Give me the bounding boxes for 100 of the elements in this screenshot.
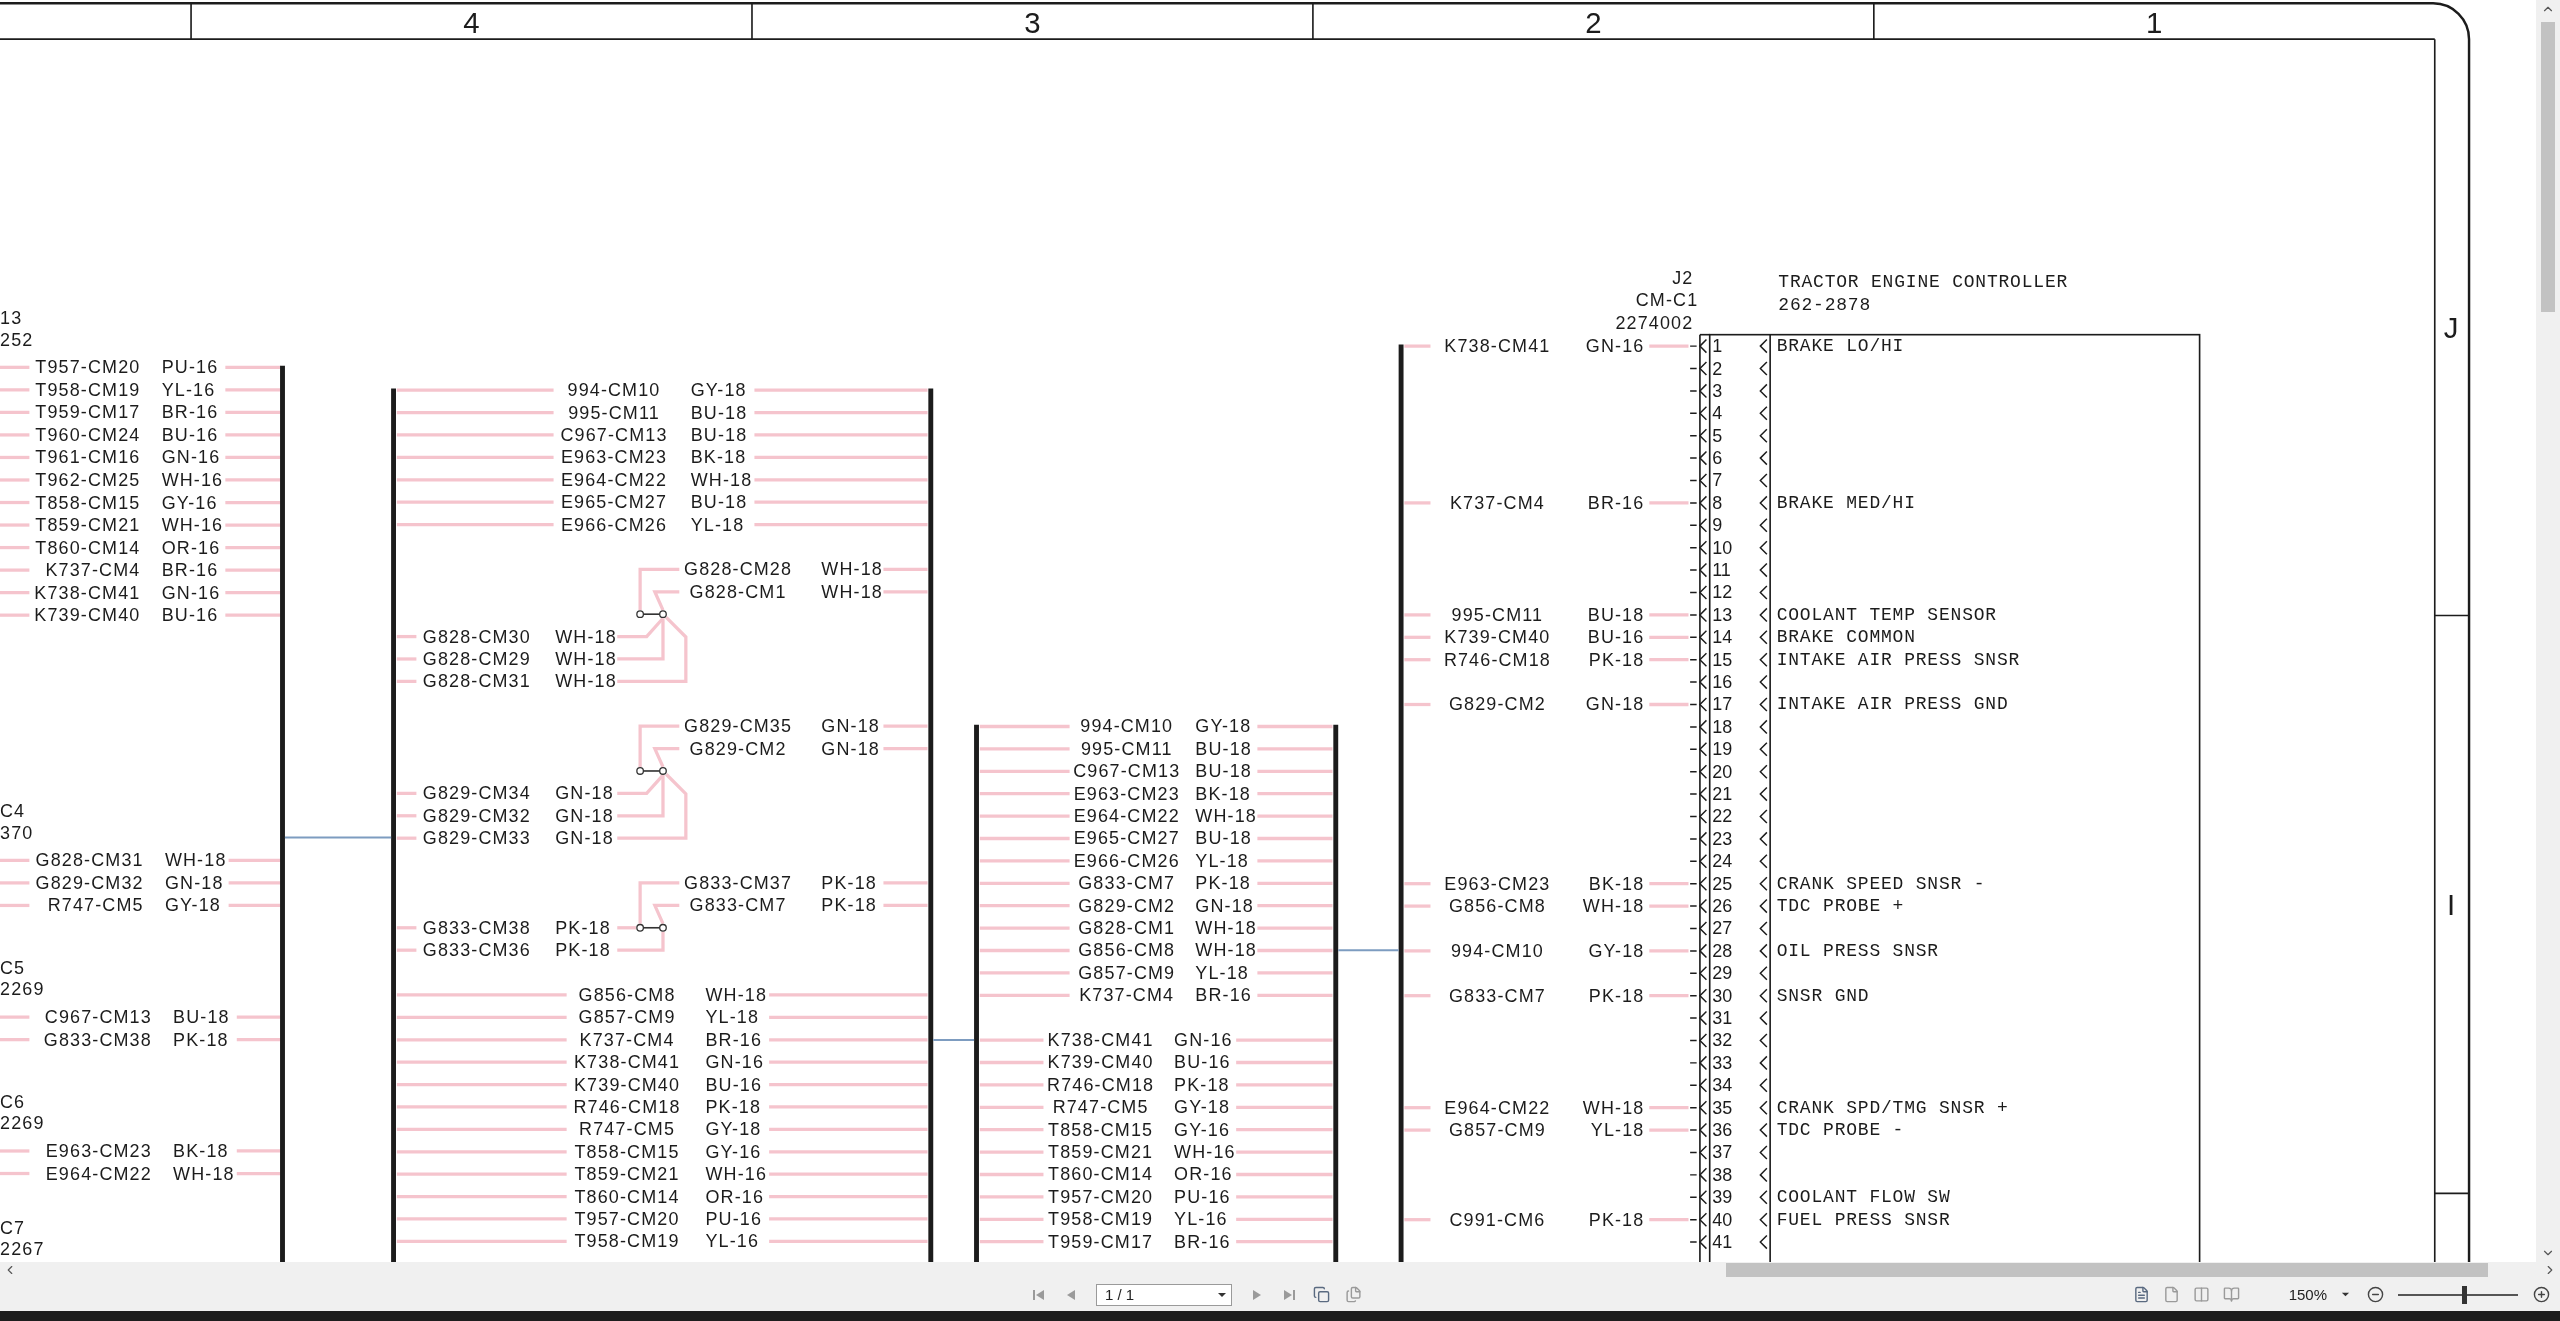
pin-number: 25 bbox=[1712, 873, 1733, 894]
circuit-label: G828-CM30 bbox=[422, 626, 531, 647]
circuit-label: T962-CM25 bbox=[35, 470, 141, 490]
wire-line bbox=[0, 500, 30, 505]
circuit-label: T860-CM14 bbox=[1048, 1164, 1154, 1185]
scrollbar-thumb[interactable] bbox=[1726, 1263, 2488, 1277]
wire-line bbox=[225, 568, 281, 572]
wire-line bbox=[0, 1015, 30, 1019]
socket-icon bbox=[1759, 697, 1768, 712]
socket-icon bbox=[1759, 988, 1768, 1003]
pin-function: BRAKE LO/HI bbox=[1776, 336, 1905, 357]
wire-line bbox=[0, 388, 30, 392]
circuit-label: C967-CM13 bbox=[560, 425, 668, 445]
circuit-label: G856-CM8 bbox=[1078, 940, 1176, 961]
wire-line bbox=[979, 1217, 1044, 1221]
gauge-label: YL-16 bbox=[161, 379, 216, 400]
gauge-label: BR-16 bbox=[1587, 492, 1645, 513]
splice-icon bbox=[636, 923, 667, 932]
zone-number: 1 bbox=[2146, 6, 2163, 40]
circuit-label: T859-CM21 bbox=[1048, 1142, 1154, 1163]
gauge-label: BU-16 bbox=[161, 605, 219, 626]
wire-line bbox=[1404, 1218, 1431, 1222]
splice-icon bbox=[636, 767, 667, 775]
circuit-label: E964-CM22 bbox=[560, 469, 668, 490]
socket-icon bbox=[1759, 338, 1768, 354]
gauge-label: WH-18 bbox=[555, 671, 617, 692]
pin-number: 1 bbox=[1712, 336, 1723, 357]
pin-number: 10 bbox=[1712, 537, 1733, 558]
wire-line bbox=[236, 1149, 281, 1153]
wire-line bbox=[1404, 1128, 1431, 1132]
circuit-label: R746-CM18 bbox=[1443, 649, 1551, 670]
caret-icon[interactable] bbox=[2341, 1290, 2350, 1299]
wire-line bbox=[0, 881, 30, 885]
socket-icon bbox=[1759, 361, 1768, 376]
gauge-label: WH-16 bbox=[705, 1164, 768, 1185]
wire-line bbox=[0, 365, 30, 369]
page-number-field[interactable]: 1 / 1 bbox=[1096, 1283, 1232, 1306]
pin-number: 6 bbox=[1712, 448, 1723, 469]
zone-number: 2 bbox=[1585, 6, 1602, 40]
zone-letter: I bbox=[2447, 887, 2456, 921]
gauge-label: BU-18 bbox=[1195, 761, 1252, 782]
gauge-label: GN-16 bbox=[161, 582, 221, 603]
gauge-label: BR-16 bbox=[1174, 1231, 1231, 1252]
splice-icon bbox=[636, 610, 667, 619]
gauge-label: BU-18 bbox=[1587, 604, 1645, 625]
circuit-label: G833-CM7 bbox=[689, 895, 787, 916]
gauge-label: YL-18 bbox=[1195, 850, 1249, 871]
wire-line bbox=[0, 591, 30, 595]
circuit-label: G828-CM29 bbox=[422, 649, 531, 669]
gauge-label: WH-18 bbox=[705, 984, 768, 1005]
wire-line bbox=[225, 365, 281, 369]
circuit-label: K737-CM4 bbox=[45, 560, 141, 581]
circuit-label: G829-CM2 bbox=[689, 738, 787, 759]
zoom-level[interactable]: 150% bbox=[2288, 1286, 2327, 1303]
gauge-label: GN-18 bbox=[821, 738, 880, 759]
socket-icon bbox=[1759, 1145, 1768, 1160]
socket-icon bbox=[1759, 898, 1768, 914]
socket-icon bbox=[1759, 854, 1768, 869]
circuit-label: R746-CM18 bbox=[573, 1096, 681, 1117]
wire-line bbox=[225, 591, 281, 595]
circuit-label: G828-CM28 bbox=[684, 559, 793, 580]
socket-icon bbox=[1759, 495, 1768, 511]
zone-letter: J bbox=[2443, 310, 2459, 344]
wire-line bbox=[1649, 344, 1689, 348]
wire-line bbox=[1404, 501, 1431, 505]
circuit-label: E963-CM23 bbox=[45, 1141, 152, 1161]
wire-line bbox=[236, 1038, 281, 1042]
pin-number: 31 bbox=[1712, 1008, 1733, 1029]
circuit-label: K739-CM40 bbox=[574, 1074, 681, 1095]
wire-line bbox=[1649, 882, 1689, 886]
gauge-label: WH-18 bbox=[1582, 1097, 1645, 1118]
slider-thumb[interactable] bbox=[2462, 1285, 2467, 1304]
pin-number: 28 bbox=[1712, 940, 1733, 961]
wire-line bbox=[979, 1150, 1044, 1154]
pin-function: INTAKE AIR PRESS GND bbox=[1776, 694, 2009, 715]
wire-line bbox=[1404, 949, 1431, 953]
gauge-label: GN-16 bbox=[1585, 336, 1645, 357]
gauge-label: GN-18 bbox=[1585, 694, 1645, 715]
scrollbar-thumb[interactable] bbox=[2541, 22, 2555, 312]
gauge-label: PK-18 bbox=[1174, 1074, 1230, 1095]
wire-line bbox=[979, 1240, 1044, 1244]
circuit-label: G829-CM32 bbox=[422, 805, 531, 826]
wire-line bbox=[225, 455, 281, 460]
connector-label: C5 bbox=[0, 958, 26, 979]
wire-line bbox=[225, 523, 281, 527]
wire-line bbox=[0, 545, 30, 550]
part-number: 2274002 bbox=[1615, 313, 1694, 334]
circuit-label: K738-CM41 bbox=[1047, 1030, 1154, 1051]
pin-function: COOLANT TEMP SENSOR bbox=[1776, 604, 1997, 625]
wire-line bbox=[225, 388, 281, 392]
socket-icon bbox=[1759, 562, 1768, 578]
pin-number: 32 bbox=[1712, 1030, 1733, 1051]
gauge-label: GN-18 bbox=[164, 872, 224, 893]
wire-line bbox=[1404, 882, 1431, 886]
wire-line bbox=[0, 858, 30, 862]
socket-icon bbox=[1759, 652, 1768, 667]
wire-line bbox=[1649, 994, 1689, 998]
gauge-label: GY-18 bbox=[705, 1119, 762, 1140]
wire-line bbox=[883, 746, 928, 751]
circuit-label: G828-CM31 bbox=[422, 671, 531, 692]
